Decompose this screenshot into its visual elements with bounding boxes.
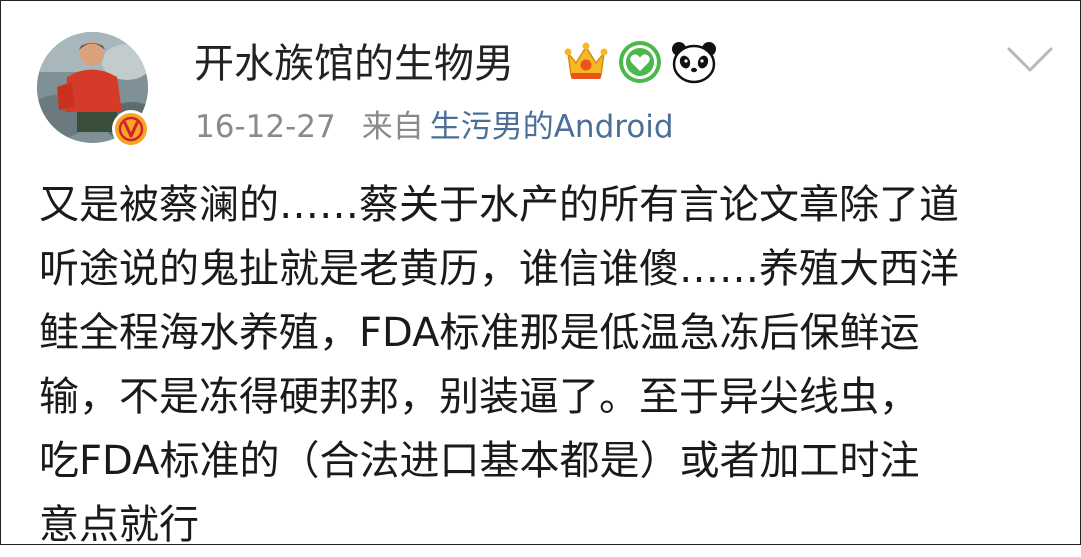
content-line: 听途说的鬼扯就是老黄历，谁信谁傻……养殖大西洋 <box>39 246 959 292</box>
content-line: 鲑全程海水养殖，FDA标准那是低温急冻后保鲜运 <box>39 310 920 356</box>
green-heart-icon[interactable] <box>617 39 663 85</box>
content-line: 吃FDA标准的（合法进口基本都是）或者加工时注 <box>39 438 920 484</box>
crown-icon[interactable] <box>563 39 609 85</box>
source-link[interactable]: 生污男的Android <box>430 109 674 145</box>
panda-icon[interactable] <box>669 39 719 85</box>
chevron-down-icon[interactable] <box>1006 45 1054 75</box>
verified-v-icon <box>112 110 150 148</box>
source-prefix: 来自 <box>361 109 424 145</box>
verified-badge <box>111 109 151 149</box>
content-line: 又是被蔡澜的……蔡关于水产的所有言论文章除了道 <box>39 182 959 228</box>
content-line: 输，不是冻得硬邦邦，别装逼了。至于异尖线虫， <box>39 374 919 420</box>
post-card: 开水族馆的生物男 16-12-27 来自 生污男的Android 又是被蔡澜的…… <box>0 0 1081 548</box>
post-date: 16-12-27 <box>195 109 336 145</box>
author-name[interactable]: 开水族馆的生物男 <box>194 39 514 89</box>
post-content: 又是被蔡澜的……蔡关于水产的所有言论文章除了道 听途说的鬼扯就是老黄历，谁信谁傻… <box>39 173 1049 557</box>
content-line: 意点就行 <box>39 502 199 548</box>
post-meta: 16-12-27 来自 生污男的Android <box>195 105 674 149</box>
